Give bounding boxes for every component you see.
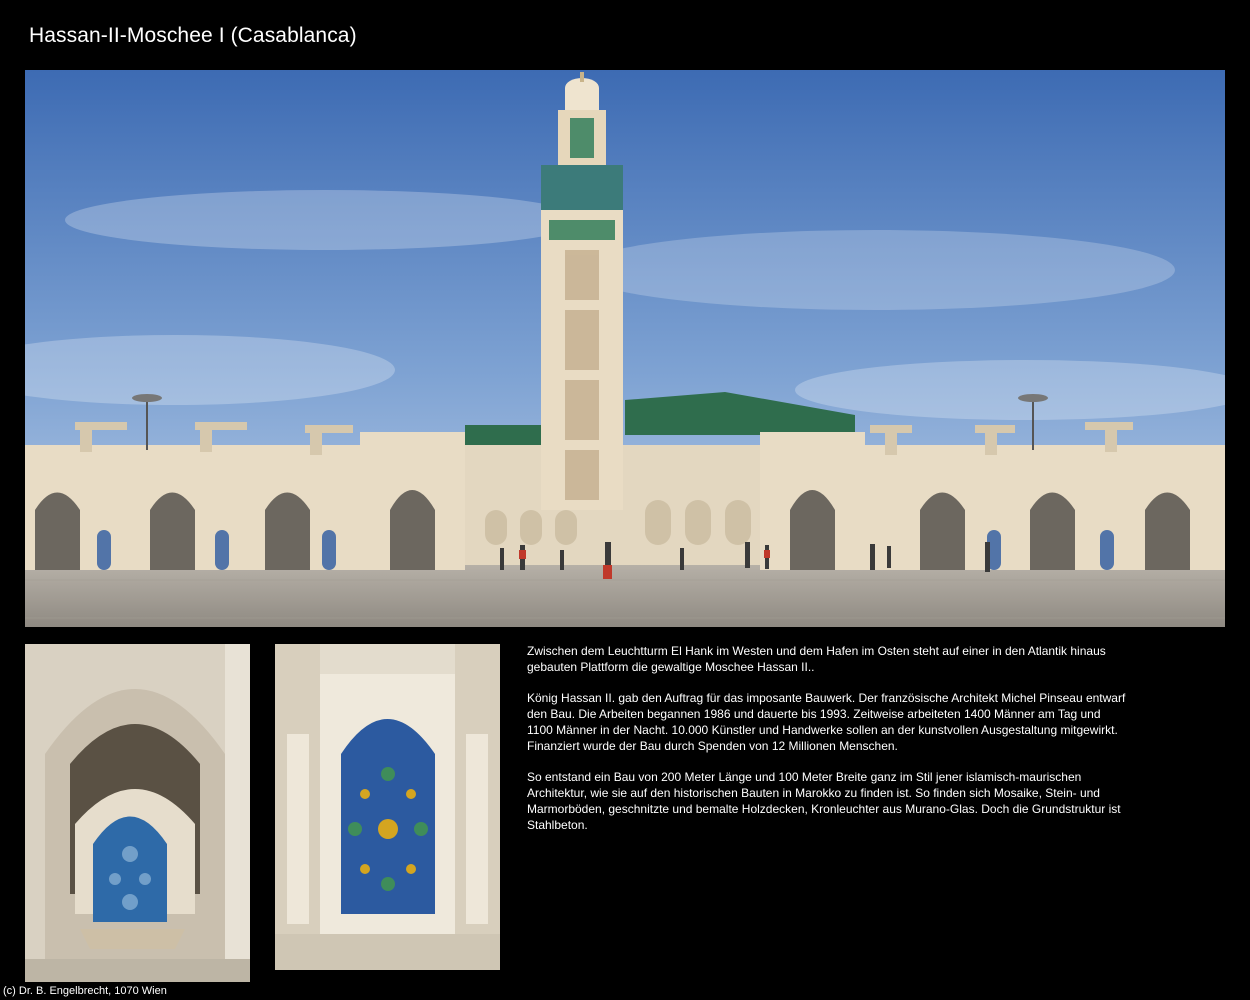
tile-panel-illustration	[275, 644, 500, 970]
fountain-photo	[25, 644, 250, 982]
description-text: Zwischen dem Leuchtturm El Hank im Weste…	[527, 643, 1127, 848]
page-title: Hassan-II-Moschee I (Casablanca)	[29, 24, 357, 47]
description-paragraph: So entstand ein Bau von 200 Meter Länge …	[527, 770, 1121, 832]
mosque-panorama-illustration	[25, 70, 1225, 627]
copyright-notice: (c) Dr. B. Engelbrecht, 1070 Wien	[3, 985, 167, 997]
description-paragraph: Zwischen dem Leuchtturm El Hank im Weste…	[527, 644, 1106, 674]
tile-panel-photo	[275, 644, 500, 970]
fountain-illustration	[25, 644, 250, 982]
mosque-panorama-photo	[25, 70, 1225, 627]
description-paragraph: König Hassan II. gab den Auftrag für das…	[527, 691, 1126, 753]
